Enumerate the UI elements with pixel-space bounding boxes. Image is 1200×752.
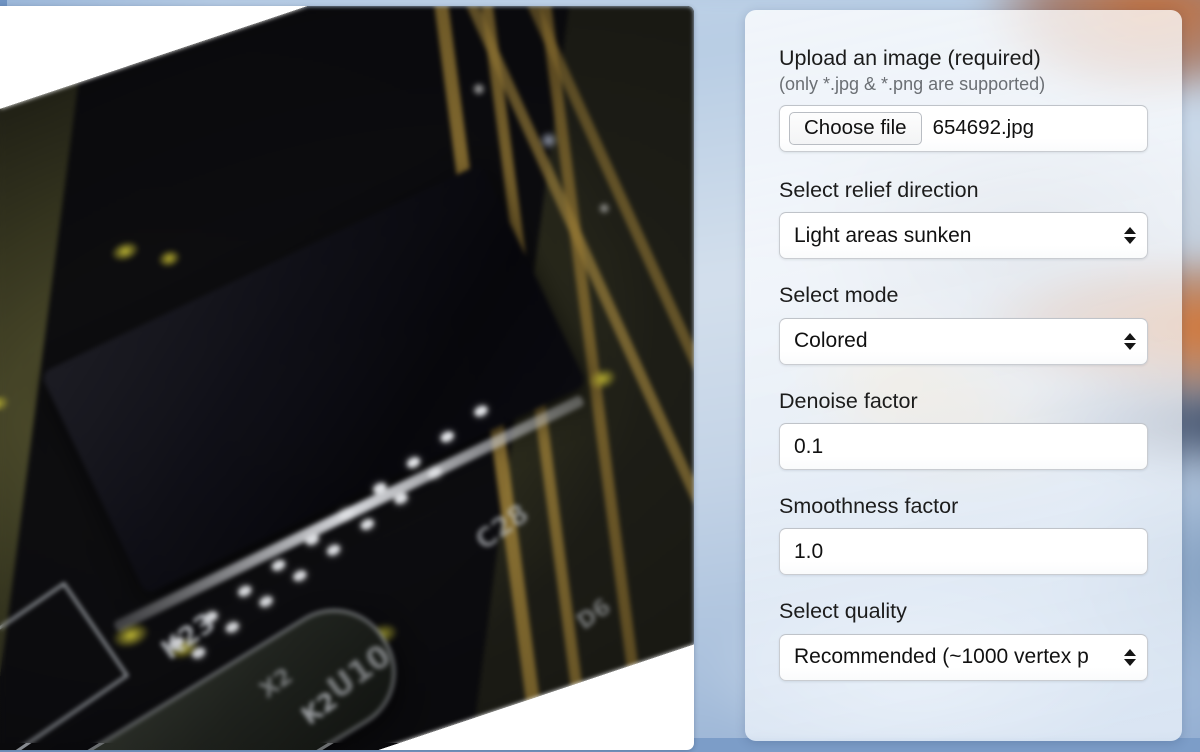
triangle-up-icon — [1123, 227, 1136, 235]
field-mode: Select mode Colored — [779, 283, 1148, 365]
smoothness-label: Smoothness factor — [779, 494, 959, 519]
relief-direction-select[interactable]: Light areas sunken — [779, 212, 1148, 260]
stepper-updown-icon[interactable] — [1123, 644, 1136, 670]
relief-direction-label: Select relief direction — [779, 177, 979, 202]
smoothness-value[interactable]: 1.0 — [780, 540, 1147, 564]
mode-value: Colored — [794, 329, 868, 353]
silkscreen-label-d6: D6 — [572, 594, 616, 636]
field-upload: Upload an image (required) (only *.jpg &… — [779, 46, 1148, 152]
smoothness-input[interactable]: 1.0 — [779, 528, 1148, 576]
selected-file-name: 654692.jpg — [932, 116, 1035, 140]
field-denoise: Denoise factor 0.1 — [779, 388, 1148, 471]
upload-sublabel: (only *.jpg & *.png are supported) — [779, 74, 1046, 95]
upload-label: Upload an image (required) — [779, 46, 1041, 70]
denoise-input[interactable]: 0.1 — [779, 423, 1148, 471]
image-preview-card[interactable]: CMOS LF-H410 — [0, 6, 694, 750]
quality-select[interactable]: Recommended (~1000 vertex p — [779, 633, 1148, 681]
triangle-up-icon — [1123, 332, 1136, 340]
mode-select[interactable]: Colored — [779, 317, 1148, 365]
stepper-updown-icon[interactable] — [1123, 328, 1136, 354]
file-input[interactable]: Choose file 654692.jpg — [779, 104, 1148, 152]
triangle-down-icon — [1123, 237, 1136, 245]
denoise-value[interactable]: 0.1 — [780, 435, 1147, 459]
choose-file-button[interactable]: Choose file — [789, 111, 922, 145]
field-relief-direction: Select relief direction Light areas sunk… — [779, 177, 1148, 260]
relief-direction-value: Light areas sunken — [794, 223, 972, 247]
denoise-label: Denoise factor — [779, 388, 918, 413]
mode-label: Select mode — [779, 283, 899, 308]
triangle-down-icon — [1123, 658, 1136, 666]
circuit-board-photo: CMOS LF-H410 — [0, 6, 694, 750]
quality-label: Select quality — [779, 599, 907, 624]
triangle-down-icon — [1123, 342, 1136, 350]
field-quality: Select quality Recommended (~1000 vertex… — [779, 599, 1148, 681]
rotated-photo-wrapper: CMOS LF-H410 — [0, 6, 694, 750]
field-smoothness: Smoothness factor 1.0 — [779, 494, 1148, 576]
triangle-up-icon — [1123, 648, 1136, 656]
app-root: CMOS LF-H410 — [0, 0, 1200, 752]
stepper-updown-icon[interactable] — [1123, 223, 1136, 249]
quality-value: Recommended (~1000 vertex p — [794, 645, 1089, 669]
silkscreen-box — [0, 581, 130, 750]
settings-panel: Upload an image (required) (only *.jpg &… — [745, 10, 1182, 741]
